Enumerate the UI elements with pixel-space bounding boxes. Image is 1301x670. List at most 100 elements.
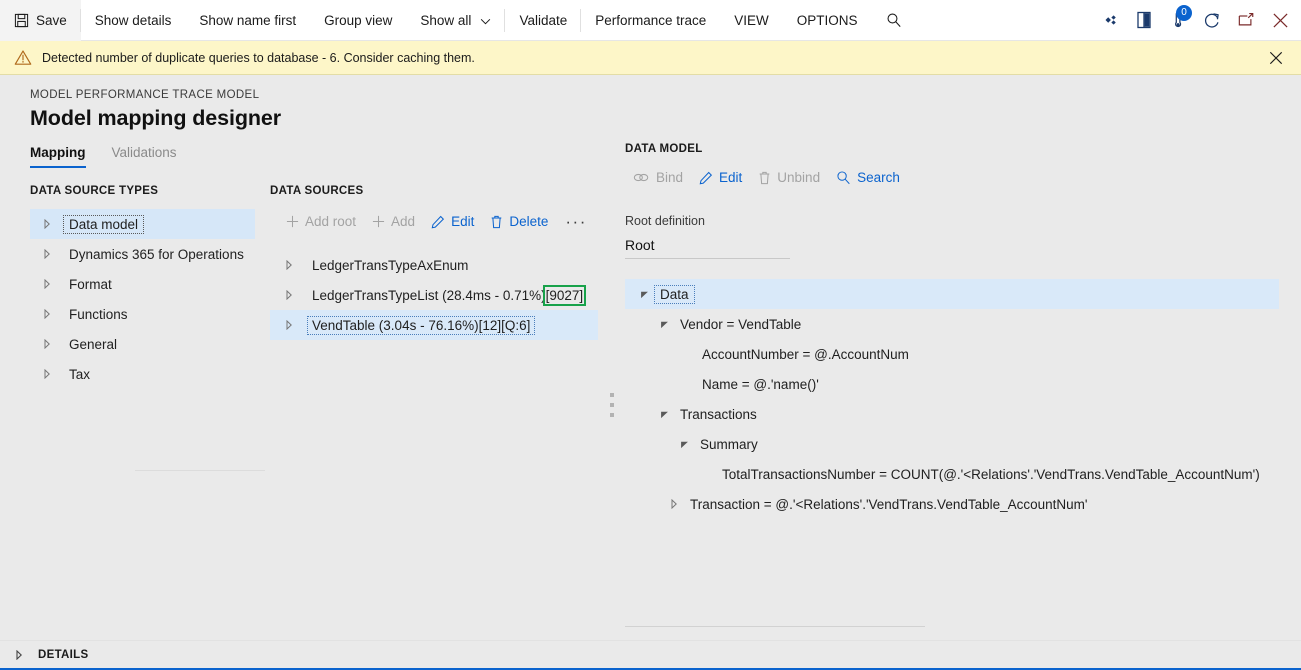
top-command-bar: Save Show details Show name first Group … xyxy=(0,0,1301,41)
panel-splitter-handle[interactable] xyxy=(608,393,616,417)
sidebar-item-label: Functions xyxy=(69,306,128,322)
close-icon[interactable] xyxy=(1263,0,1297,41)
message-bar: Detected number of duplicate queries to … xyxy=(0,41,1301,75)
show-name-first-button[interactable]: Show name first xyxy=(185,0,310,41)
tree-row-name[interactable]: Name = @.'name()' xyxy=(625,369,1279,399)
pencil-icon xyxy=(431,215,445,229)
sidebar-item-general[interactable]: General xyxy=(30,329,255,359)
options-menu[interactable]: OPTIONS xyxy=(783,0,872,41)
splitter-dot xyxy=(610,393,614,397)
breadcrumb: MODEL PERFORMANCE TRACE MODEL xyxy=(30,89,260,101)
validate-button[interactable]: Validate xyxy=(505,0,582,41)
chevron-right-icon[interactable] xyxy=(30,279,64,289)
tree-row-transactions[interactable]: Transactions xyxy=(625,399,1279,429)
edit-binding-button[interactable]: Edit xyxy=(691,165,750,190)
tree-row-transaction[interactable]: Transaction = @.'<Relations'.'VendTrans.… xyxy=(625,489,1279,519)
page-body: MODEL PERFORMANCE TRACE MODEL Model mapp… xyxy=(0,75,1301,670)
chevron-right-icon[interactable] xyxy=(270,290,308,300)
data-model-panel: DATA MODEL Bind Edit Unbind Search Root … xyxy=(625,143,1285,627)
pencil-icon xyxy=(699,171,713,185)
tree-node-label: Transactions xyxy=(680,406,757,422)
sidebar-item-functions[interactable]: Functions xyxy=(30,299,255,329)
performance-trace-label: Performance trace xyxy=(595,12,707,28)
trash-icon xyxy=(758,171,771,185)
sidebar-item-label: General xyxy=(69,336,118,352)
message-bar-close-icon[interactable] xyxy=(1261,43,1291,73)
refresh-icon[interactable] xyxy=(1195,0,1229,41)
more-commands-button[interactable]: ··· xyxy=(556,210,595,234)
popout-icon[interactable] xyxy=(1229,0,1263,41)
chevron-right-icon[interactable] xyxy=(0,649,38,660)
data-sources-list: LedgerTransTypeAxEnum LedgerTransTypeLis… xyxy=(270,250,598,340)
highlight-annotation: [9027] xyxy=(542,284,587,306)
chevron-expanded-icon[interactable] xyxy=(673,440,695,449)
save-label: Save xyxy=(36,12,67,28)
chevron-expanded-icon[interactable] xyxy=(653,320,675,329)
chevron-down-icon xyxy=(480,18,491,25)
performance-trace-button[interactable]: Performance trace xyxy=(581,0,720,41)
edit-label: Edit xyxy=(719,170,743,185)
show-name-first-label: Show name first xyxy=(199,12,297,28)
root-definition-label: Root definition xyxy=(625,214,705,228)
tree-row-accountnumber[interactable]: AccountNumber = @.AccountNum xyxy=(625,339,1279,369)
validate-label: Validate xyxy=(519,12,568,28)
details-expander[interactable]: DETAILS xyxy=(0,640,1301,670)
add-root-button[interactable]: Add root xyxy=(278,209,364,234)
show-details-button[interactable]: Show details xyxy=(81,0,186,41)
unbind-button[interactable]: Unbind xyxy=(750,165,828,190)
details-label: DETAILS xyxy=(38,648,89,661)
search-button[interactable] xyxy=(872,0,916,41)
company-book-icon[interactable] xyxy=(1127,0,1161,41)
show-all-dropdown[interactable]: Show all xyxy=(406,0,506,41)
data-model-heading: DATA MODEL xyxy=(625,143,703,155)
search-model-button[interactable]: Search xyxy=(828,165,908,190)
data-source-row-vendtable[interactable]: VendTable (3.04s - 76.16%)[12][Q:6] xyxy=(270,310,598,340)
group-view-label: Group view xyxy=(324,12,393,28)
data-source-row-ledgertranstypelist[interactable]: LedgerTransTypeList (28.4ms - 0.71%)[902… xyxy=(270,280,598,310)
tree-row-totaltransactionsnumber[interactable]: TotalTransactionsNumber = COUNT(@.'<Rela… xyxy=(625,459,1279,489)
diamond-settings-icon[interactable] xyxy=(1093,0,1127,41)
splitter-dot xyxy=(610,403,614,407)
chevron-right-icon[interactable] xyxy=(30,369,64,379)
sidebar-item-label: Data model xyxy=(62,214,145,234)
data-source-row-ledgertranstypeaxenum[interactable]: LedgerTransTypeAxEnum xyxy=(270,250,598,280)
add-root-label: Add root xyxy=(305,214,357,229)
chevron-right-icon[interactable] xyxy=(30,219,64,229)
data-sources-command-bar: Add root Add Edit Delete ··· xyxy=(278,209,598,234)
data-source-types-heading: DATA SOURCE TYPES xyxy=(30,185,159,197)
tree-row-vendor[interactable]: Vendor = VendTable xyxy=(625,309,1279,339)
chevron-right-icon[interactable] xyxy=(663,499,685,509)
bind-button[interactable]: Bind xyxy=(625,165,691,190)
sidebar-item-format[interactable]: Format xyxy=(30,269,255,299)
tree-row-summary[interactable]: Summary xyxy=(625,429,1279,459)
sidebar-item-dynamics-365-for-operations[interactable]: Dynamics 365 for Operations xyxy=(30,239,255,269)
options-label: OPTIONS xyxy=(796,12,858,28)
search-icon xyxy=(836,170,851,185)
edit-data-source-button[interactable]: Edit xyxy=(423,209,482,234)
tree-node-label: Vendor = VendTable xyxy=(680,316,802,332)
tree-node-label: TotalTransactionsNumber = COUNT(@.'<Rela… xyxy=(722,466,1260,482)
data-model-command-bar: Bind Edit Unbind Search xyxy=(625,165,1285,190)
sidebar-item-tax[interactable]: Tax xyxy=(30,359,255,389)
chevron-right-icon[interactable] xyxy=(270,320,308,330)
delete-data-source-button[interactable]: Delete xyxy=(482,209,556,234)
bind-icon xyxy=(633,171,650,184)
tree-node-label: Summary xyxy=(700,436,758,452)
view-menu[interactable]: VIEW xyxy=(720,0,783,41)
chevron-right-icon[interactable] xyxy=(270,260,308,270)
sidebar-item-data-model[interactable]: Data model xyxy=(30,209,255,239)
root-definition-field[interactable]: Root xyxy=(625,232,790,259)
tab-mapping[interactable]: Mapping xyxy=(30,145,86,168)
tab-validations[interactable]: Validations xyxy=(112,145,177,168)
notifications-icon[interactable]: 0 xyxy=(1161,0,1195,41)
group-view-button[interactable]: Group view xyxy=(310,0,406,41)
tree-row-data[interactable]: Data xyxy=(625,279,1279,309)
add-button[interactable]: Add xyxy=(364,209,423,234)
chevron-right-icon[interactable] xyxy=(30,249,64,259)
save-button[interactable]: Save xyxy=(0,0,81,41)
chevron-right-icon[interactable] xyxy=(30,339,64,349)
delete-label: Delete xyxy=(509,214,549,229)
chevron-expanded-icon[interactable] xyxy=(633,290,655,299)
chevron-expanded-icon[interactable] xyxy=(653,410,675,419)
chevron-right-icon[interactable] xyxy=(30,309,64,319)
